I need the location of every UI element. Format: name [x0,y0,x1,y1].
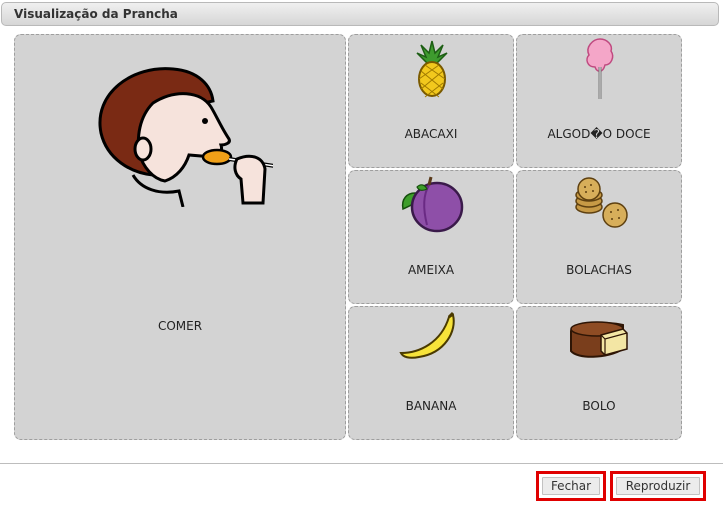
close-button[interactable]: Fechar [542,477,600,495]
cotton-candy-icon [586,38,614,99]
play-button[interactable]: Reproduzir [616,477,700,495]
card-bolo[interactable]: BOLO [516,306,682,440]
card-bolachas[interactable]: BOLACHAS [516,170,682,304]
cookies-icon [575,177,628,228]
card-comer[interactable]: COMER [14,34,346,440]
footer-divider [0,463,723,464]
person-eating-icon [98,67,273,207]
plum-icon [401,176,464,233]
board-grid: COMER ABACAXI ALGOD�O DOCE AMEIXA BOLACH… [0,0,723,460]
card-label: BANANA [405,399,457,413]
card-banana[interactable]: BANANA [348,306,514,440]
pineapple-icon [416,40,448,98]
play-button-highlight: Reproduzir [610,471,706,501]
card-label: BOLACHAS [566,263,632,277]
close-button-highlight: Fechar [536,471,606,501]
banana-icon [399,311,455,359]
card-algodao-doce[interactable]: ALGOD�O DOCE [516,34,682,168]
card-label: ALGOD�O DOCE [547,127,651,141]
card-abacaxi[interactable]: ABACAXI [348,34,514,168]
cake-icon [570,321,628,358]
card-label: COMER [157,319,203,333]
card-label: ABACAXI [404,127,458,141]
card-label: BOLO [582,399,616,413]
card-label: AMEIXA [407,263,455,277]
card-ameixa[interactable]: AMEIXA [348,170,514,304]
